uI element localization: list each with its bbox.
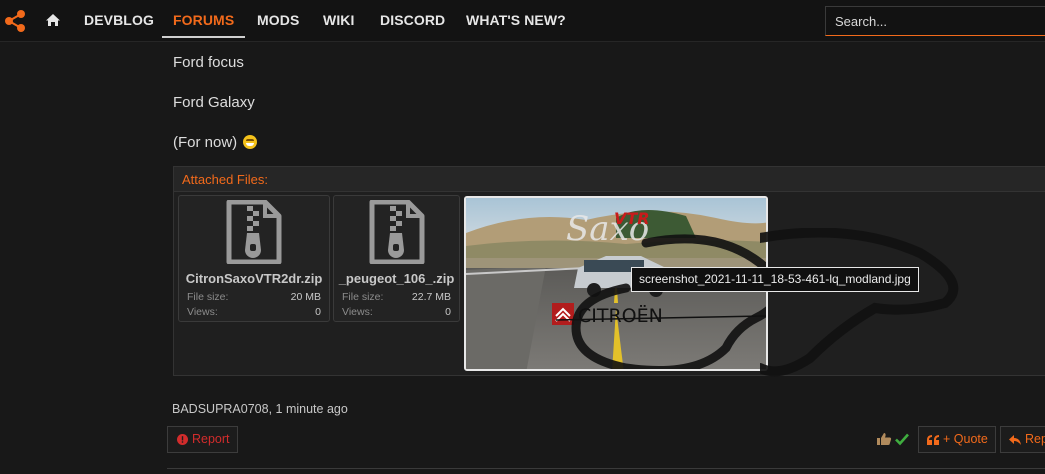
- reaction-icons: [876, 432, 909, 446]
- image-filename-tooltip: screenshot_2021-11-11_18-53-461-lq_modla…: [631, 267, 919, 292]
- file-size-value: 22.7 MB: [411, 291, 451, 303]
- report-button[interactable]: Report: [167, 426, 238, 453]
- file-name[interactable]: CitronSaxoVTR2dr.zip: [179, 271, 329, 286]
- home-icon[interactable]: [41, 6, 65, 34]
- post-divider: [167, 468, 1045, 469]
- post-line: Ford Galaxy: [173, 94, 255, 111]
- views-value: 0: [315, 306, 321, 318]
- post-author-link[interactable]: BADSUPRA0708: [172, 402, 269, 416]
- views-row: Views: 0: [342, 306, 451, 318]
- site-logo-icon[interactable]: [3, 8, 29, 34]
- file-size-label: File size:: [342, 291, 384, 303]
- views-value: 0: [445, 306, 451, 318]
- file-size-label: File size:: [187, 291, 229, 303]
- post-author-line: BADSUPRA0708, 1 minute ago: [172, 402, 348, 416]
- post-line-with-emoji: (For now): [173, 134, 258, 151]
- file-size-row: File size: 22.7 MB: [342, 291, 451, 303]
- reply-label: Rep: [1025, 432, 1045, 446]
- views-label: Views:: [342, 306, 373, 318]
- quote-icon: [927, 434, 939, 445]
- views-row: Views: 0: [187, 306, 321, 318]
- file-size-value: 20 MB: [290, 291, 321, 303]
- post-time: , 1 minute ago: [268, 402, 348, 416]
- post-line-text: (For now): [173, 134, 238, 151]
- file-name[interactable]: _peugeot_106_.zip: [334, 271, 459, 286]
- views-label: Views:: [187, 306, 218, 318]
- checkmark-icon[interactable]: [895, 432, 909, 446]
- nav-discord[interactable]: DISCORD: [380, 0, 445, 38]
- top-navigation: DEVBLOG FORUMS MODS WIKI DISCORD WHAT'S …: [0, 0, 1045, 42]
- scribble-overlay: [760, 228, 959, 377]
- nav-forums[interactable]: FORUMS: [162, 0, 246, 38]
- thumbs-up-icon[interactable]: [876, 432, 892, 446]
- search-input[interactable]: [825, 6, 1045, 36]
- citroen-banner-text: CITROËN: [578, 304, 663, 327]
- report-label: Report: [192, 432, 230, 446]
- attachment-file-card[interactable]: _peugeot_106_.zip File size: 22.7 MB Vie…: [333, 195, 460, 322]
- nav-wiki[interactable]: WIKI: [323, 0, 355, 38]
- post-line: Ford focus: [173, 54, 244, 71]
- nav-whats-new[interactable]: WHAT'S NEW?: [466, 0, 566, 38]
- grin-emoji-icon: [243, 135, 258, 149]
- reply-arrow-icon: [1009, 434, 1021, 445]
- vtr-logo-text: VTR: [614, 209, 650, 228]
- quote-label: + Quote: [943, 432, 988, 446]
- alert-icon: [177, 434, 188, 445]
- zip-file-icon: [226, 200, 282, 264]
- zip-file-icon: [369, 200, 424, 264]
- quote-button[interactable]: + Quote: [918, 426, 996, 453]
- file-size-row: File size: 20 MB: [187, 291, 321, 303]
- nav-devblog[interactable]: DEVBLOG: [84, 0, 154, 38]
- nav-mods[interactable]: MODS: [257, 0, 299, 38]
- attached-files-title: Attached Files:: [174, 167, 1045, 192]
- reply-button[interactable]: Rep: [1000, 426, 1045, 453]
- attachment-file-card[interactable]: CitronSaxoVTR2dr.zip File size: 20 MB Vi…: [178, 195, 330, 322]
